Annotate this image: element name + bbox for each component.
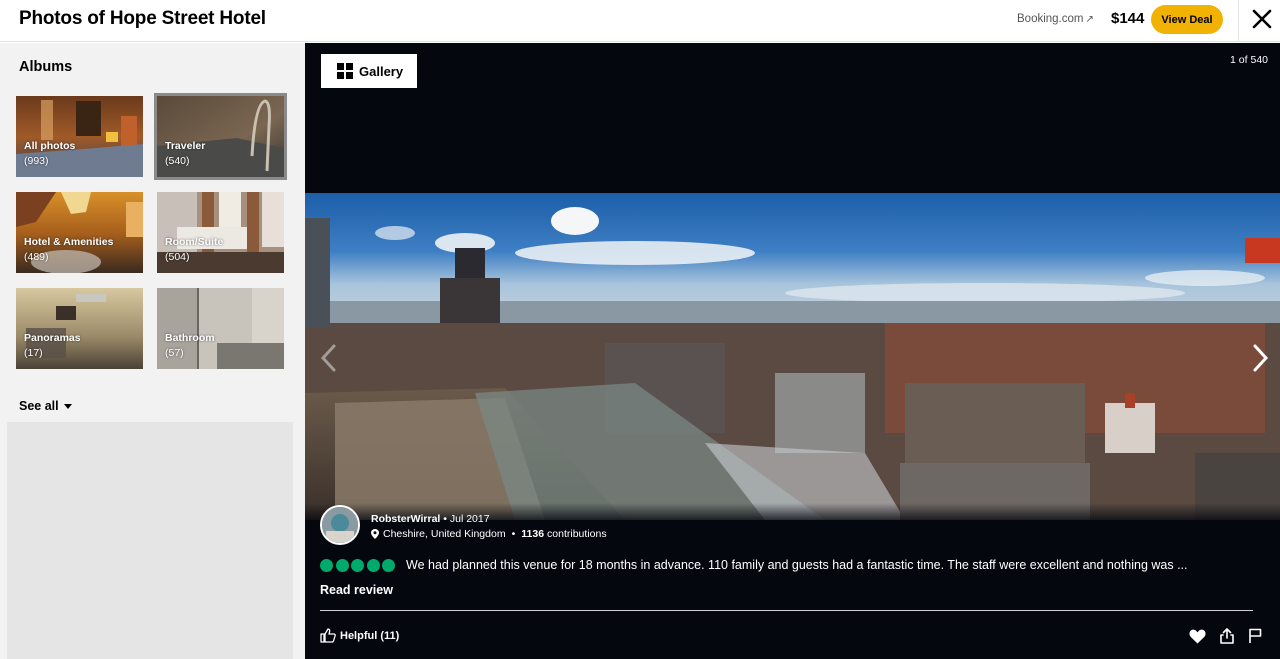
report-button[interactable] [1248, 628, 1262, 644]
main-photo[interactable] [305, 193, 1280, 520]
helpful-label: Helpful (11) [340, 629, 400, 642]
album-hotel-amenities[interactable]: Hotel & Amenities (489) [16, 192, 143, 273]
meta-separator: • [511, 528, 516, 540]
album-bathroom[interactable]: Bathroom (57) [157, 288, 284, 369]
contributions-label: contributions [547, 528, 607, 540]
rating-bubble [351, 559, 364, 572]
panorama-image [305, 193, 1280, 520]
reviewer-line: RobsterWirral • Jul 2017 [371, 513, 490, 525]
view-deal-button[interactable]: View Deal [1151, 5, 1223, 34]
top-bar: Photos of Hope Street Hotel Booking.com ↗… [0, 0, 1280, 42]
review-panel: RobsterWirral • Jul 2017 Cheshire, Unite… [305, 503, 1280, 659]
album-label: Bathroom [165, 332, 215, 344]
reviewer-meta: Cheshire, United Kingdom • 1136 contribu… [371, 528, 607, 540]
review-divider [320, 610, 1253, 611]
album-count: (489) [24, 251, 49, 263]
album-count: (540) [165, 155, 190, 167]
rating-bubble [335, 559, 349, 572]
close-button[interactable] [1250, 7, 1274, 31]
avatar[interactable] [320, 505, 360, 545]
ad-placeholder [7, 422, 293, 659]
grid-icon [337, 63, 353, 79]
share-icon [1220, 628, 1234, 644]
album-label: Traveler [165, 140, 206, 152]
album-label: All photos [24, 140, 76, 152]
album-label: Hotel & Amenities [24, 236, 114, 248]
see-all-label: See all [19, 399, 59, 413]
gallery-label: Gallery [359, 63, 404, 79]
albums-sidebar: Albums All photos (993) Traveler (540) H… [0, 43, 305, 659]
page-title: Photos of Hope Street Hotel [19, 8, 266, 29]
rating-bubbles [320, 559, 398, 572]
flag-icon [1249, 628, 1262, 643]
heart-icon [1189, 629, 1206, 643]
photo-viewer: Gallery 1 of 540 RobsterWirral • Jul 201… [305, 43, 1280, 659]
provider-link[interactable]: Booking.com ↗ [1017, 13, 1094, 25]
review-text: We had planned this venue for 18 months … [406, 558, 1188, 572]
review-date: • Jul 2017 [443, 513, 490, 525]
reviewer-name[interactable]: RobsterWirral [371, 513, 440, 525]
read-review-link[interactable]: Read review [320, 583, 393, 597]
album-traveler[interactable]: Traveler (540) [154, 93, 287, 180]
contributions-count: 1136 [521, 528, 545, 540]
album-count: (504) [165, 251, 190, 263]
thumbs-up-icon [320, 628, 336, 643]
album-panoramas[interactable]: Panoramas (17) [16, 288, 143, 369]
external-link-icon: ↗ [1085, 14, 1094, 25]
rating-bubble [382, 559, 395, 572]
chevron-right-icon [1253, 344, 1269, 372]
albums-heading: Albums [19, 59, 73, 75]
album-label: Room/Suite [165, 236, 224, 248]
photo-counter: 1 of 540 [1230, 54, 1268, 66]
header-divider [1238, 0, 1239, 42]
photo-actions [1189, 628, 1262, 644]
album-label: Panoramas [24, 332, 81, 344]
album-room-suite[interactable]: Room/Suite (504) [157, 192, 284, 273]
avatar-image [322, 507, 358, 543]
gallery-button[interactable]: Gallery [321, 54, 417, 88]
album-all-photos[interactable]: All photos (993) [16, 96, 143, 177]
album-count: (57) [165, 347, 184, 359]
previous-photo-button[interactable] [319, 343, 339, 373]
close-icon [1252, 9, 1272, 29]
chevron-left-icon [320, 344, 336, 372]
rating-bubble [320, 559, 333, 572]
see-all-button[interactable]: See all [19, 399, 72, 413]
reviewer-location: Cheshire, United Kingdom [383, 528, 506, 540]
save-button[interactable] [1189, 629, 1206, 644]
price: $144 [1111, 10, 1145, 27]
share-button[interactable] [1220, 628, 1234, 644]
provider-name: Booking.com [1017, 13, 1084, 25]
album-count: (993) [24, 155, 49, 167]
rating-bubble [366, 559, 380, 572]
helpful-button[interactable]: Helpful (11) [320, 628, 399, 643]
next-photo-button[interactable] [1250, 343, 1270, 373]
caret-down-icon [63, 404, 72, 410]
location-pin-icon [371, 529, 379, 539]
album-count: (17) [24, 347, 43, 359]
